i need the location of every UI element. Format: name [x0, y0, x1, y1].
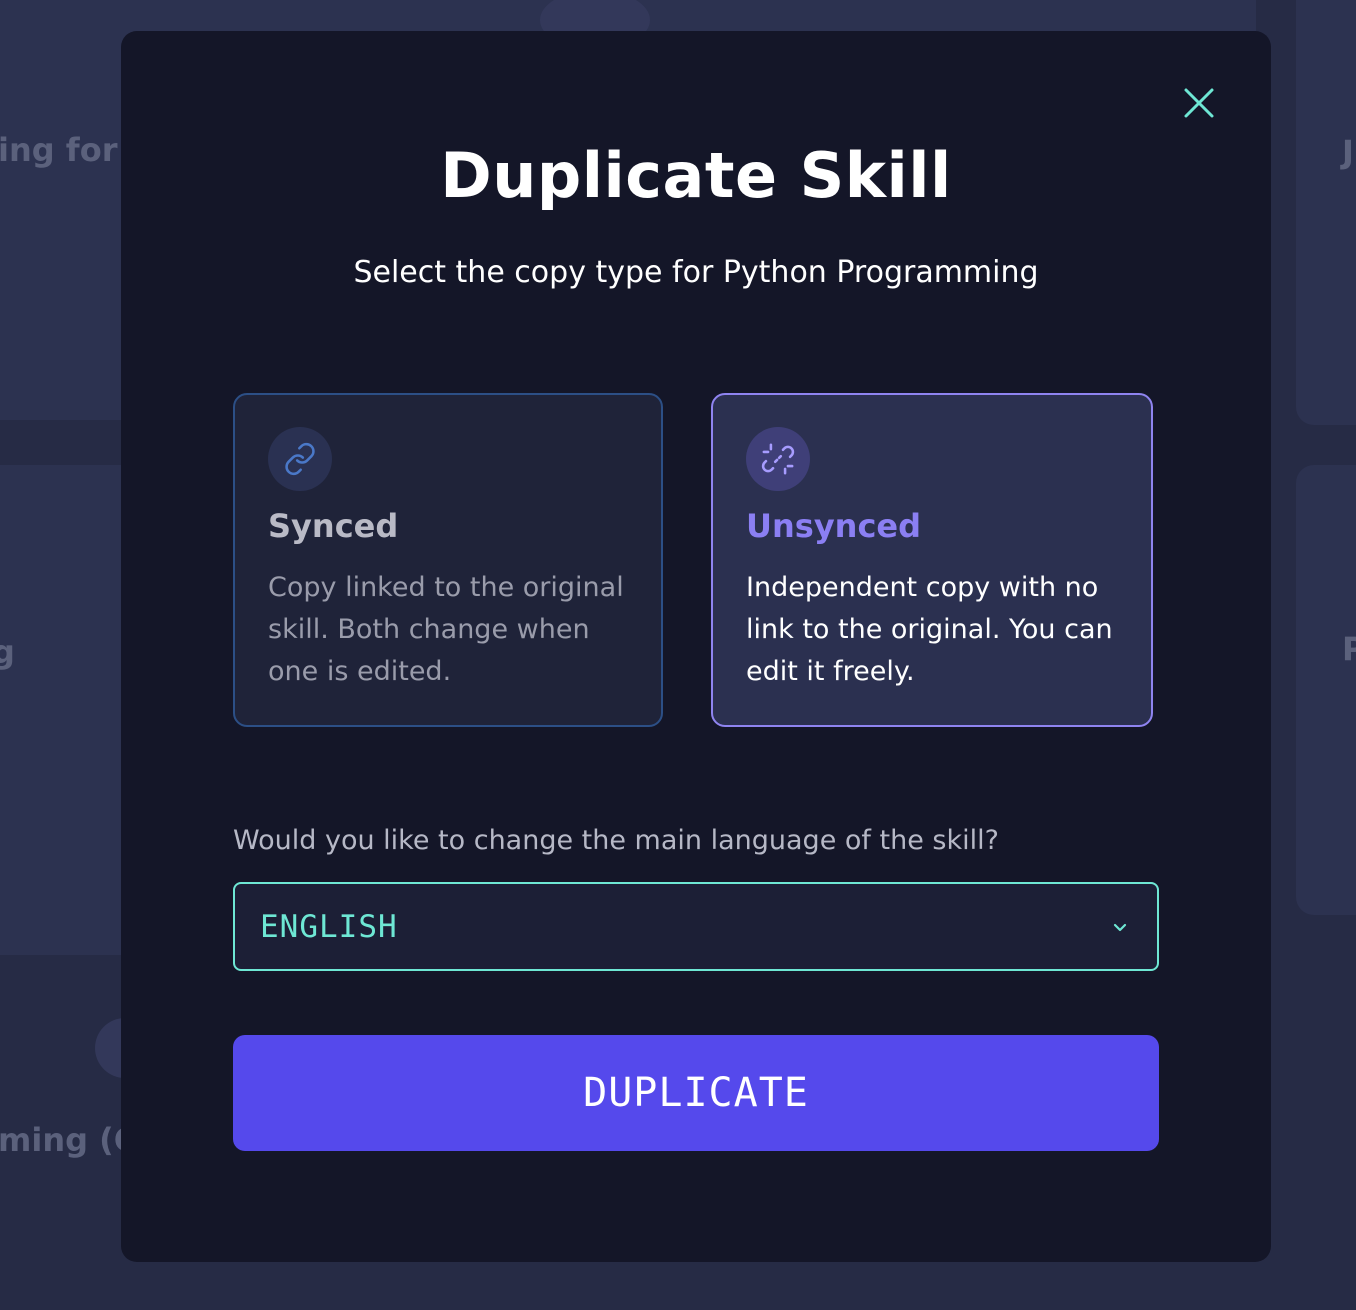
background-text: g — [0, 633, 15, 671]
unsynced-option-title: Unsynced — [746, 507, 922, 545]
unlink-icon-badge — [746, 427, 810, 491]
unlink-icon — [761, 443, 795, 475]
chevron-down-icon — [1111, 918, 1129, 936]
unsynced-option-description: Independent copy with no link to the ori… — [746, 572, 1113, 687]
language-select[interactable]: ENGLISH — [233, 882, 1159, 971]
link-icon-badge — [268, 427, 332, 491]
synced-option-description: Copy linked to the original skill. Both … — [268, 572, 624, 687]
background-text: J — [1342, 133, 1354, 171]
language-select-value: ENGLISH — [260, 908, 398, 945]
background-card — [1296, 0, 1356, 425]
background-card — [0, 465, 140, 955]
modal-subtitle: Select the copy type for Python Programm… — [353, 255, 1039, 290]
duplicate-button[interactable]: DUPLICATE — [233, 1035, 1159, 1151]
link-icon — [285, 442, 315, 476]
close-button[interactable] — [1179, 83, 1219, 123]
synced-option-title: Synced — [268, 507, 399, 545]
background-text: ming (C — [0, 1121, 138, 1159]
background-card — [1296, 465, 1356, 915]
language-question: Would you like to change the main langua… — [233, 825, 999, 856]
synced-option[interactable]: Synced Copy linked to the original skill… — [233, 393, 663, 727]
background-text: P — [1342, 630, 1356, 668]
unsynced-option[interactable]: Unsynced Independent copy with no link t… — [711, 393, 1153, 727]
modal-title: Duplicate Skill — [440, 139, 952, 212]
duplicate-button-label: DUPLICATE — [583, 1070, 809, 1116]
close-icon — [1184, 88, 1214, 118]
duplicate-skill-modal: Duplicate Skill Select the copy type for… — [121, 31, 1271, 1262]
